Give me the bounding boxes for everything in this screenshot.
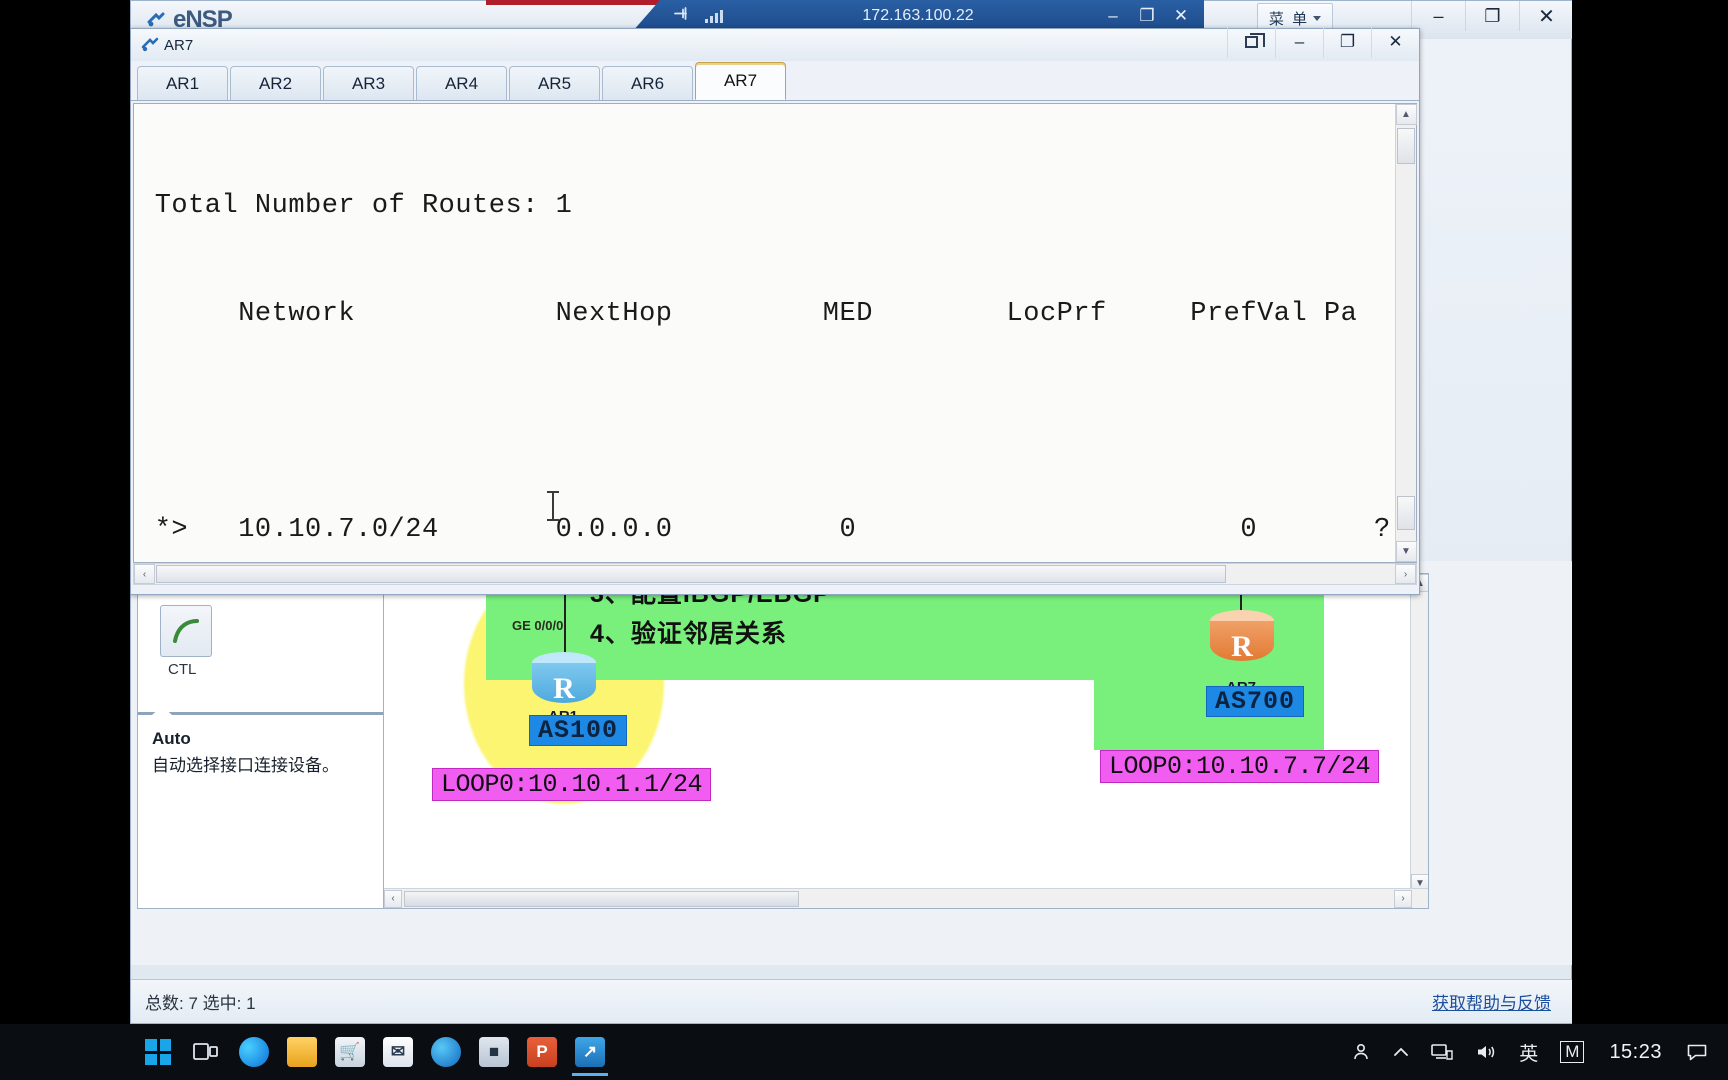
terminal-horizontal-scrollbar[interactable]: ‹ › [133, 563, 1417, 585]
browser-icon[interactable] [422, 1028, 470, 1076]
loopback-badge-ar1: LOOP0:10.10.1.1/24 [432, 768, 712, 801]
system-tray: 英 M 15:23 [1340, 1028, 1718, 1076]
tab-ar4[interactable]: AR4 [416, 66, 507, 100]
ar7-console-window: AR7 – ❐ ✕ AR1 AR2 AR3 AR4 AR5 AR6 AR7 To… [130, 26, 1420, 595]
ar1-port-label: GE 0/0/0 [512, 618, 564, 633]
canvas-hscroll-thumb[interactable] [404, 890, 799, 907]
remote-minimize-button[interactable]: – [1096, 1, 1130, 31]
network-icon[interactable] [1420, 1028, 1464, 1076]
terminal-scroll-down-button[interactable]: ▼ [1395, 541, 1417, 562]
ensp-body: LT ATM CTL Auto 自动选择接口连接设备。 [131, 561, 1572, 965]
canvas-scroll-right-button[interactable]: › [1394, 889, 1412, 908]
tooltip-arrow [152, 706, 172, 715]
ar7-close-button[interactable]: ✕ [1371, 26, 1419, 58]
terminal-scroll-up-button[interactable]: ▲ [1395, 104, 1417, 125]
canvas-scroll-left-button[interactable]: ‹ [384, 889, 402, 908]
ensp-status-bar: 总数: 7 选中: 1 获取帮助与反馈 [131, 979, 1572, 1023]
powerpoint-icon[interactable]: P [518, 1028, 566, 1076]
ar7-window-title: AR7 [164, 36, 194, 54]
canvas-horizontal-scrollbar[interactable]: ‹ › [384, 888, 1428, 908]
mouse-ibeam-cursor [547, 491, 559, 521]
tab-ar1[interactable]: AR1 [137, 66, 228, 100]
tab-ar2[interactable]: AR2 [230, 66, 321, 100]
remote-close-button[interactable]: ✕ [1164, 1, 1198, 31]
status-selection-count: 总数: 7 选中: 1 [145, 994, 256, 1013]
terminal-vertical-scrollbar[interactable]: ▲ ▼ [1395, 104, 1417, 562]
windows-taskbar: 🛒 ✉ ■ P ↗ 英 M 15:23 [0, 1024, 1728, 1080]
tab-ar3[interactable]: AR3 [323, 66, 414, 100]
ensp-restore-button[interactable]: ❐ [1465, 1, 1519, 31]
ime-mode-icon[interactable]: M [1549, 1028, 1595, 1076]
ensp-taskbar-icon[interactable]: ↗ [566, 1028, 614, 1076]
taskbar-items: 🛒 ✉ ■ P ↗ [134, 1028, 614, 1076]
device-grid: LT ATM CTL [138, 574, 384, 714]
chevron-up-icon[interactable] [1382, 1028, 1420, 1076]
terminal-hscroll-thumb[interactable] [156, 565, 1226, 583]
router-console-icon [141, 36, 159, 54]
windows-start-icon[interactable] [134, 1028, 182, 1076]
tab-ar7[interactable]: AR7 [695, 62, 786, 100]
help-feedback-link[interactable]: 获取帮助与反馈 [1432, 989, 1551, 1014]
ensp-minimize-button[interactable]: – [1411, 1, 1465, 31]
edge-icon[interactable] [230, 1028, 278, 1076]
as-badge-ar1: AS100 [529, 715, 628, 746]
volume-icon[interactable] [1464, 1028, 1508, 1076]
terminal-scroll-left-button[interactable]: ‹ [134, 564, 155, 584]
terminal-vscroll-thumb[interactable] [1397, 128, 1415, 164]
terminal-line: Network NextHop MED LocPrf PrefVal Pa [138, 299, 1358, 329]
canvas-vertical-scrollbar[interactable]: ▲ ▼ [1410, 574, 1428, 892]
remote-desktop-window: eNSP 菜 单 – ❐ ✕ CTL Auto 自动选择接口连接设备。 4、验证… [130, 0, 1572, 1024]
ar7-restore-small-button[interactable] [1227, 26, 1275, 58]
task-view-icon[interactable] [182, 1028, 230, 1076]
chevron-down-icon [1313, 15, 1322, 21]
topology-note-2: 4、验证邻居关系 [590, 620, 787, 648]
router-ar7-glyph: R [1231, 630, 1253, 663]
tab-ar5[interactable]: AR5 [509, 66, 600, 100]
restore-icon [1245, 33, 1265, 48]
taskbar-clock[interactable]: 15:23 [1595, 1041, 1676, 1064]
terminal-wrapper: Total Number of Routes: 1 Network NextHo… [133, 103, 1417, 563]
start-logo [145, 1039, 171, 1065]
loopback-badge-ar7: LOOP0:10.10.7.7/24 [1100, 750, 1380, 783]
terminal-line: Total Number of Routes: 1 [138, 191, 573, 221]
router-ar1[interactable]: R [532, 652, 596, 710]
terminal-vscroll-thumb-lower[interactable] [1397, 496, 1415, 530]
terminal-output[interactable]: Total Number of Routes: 1 Network NextHo… [134, 104, 1395, 562]
device-palette-panel: LT ATM CTL Auto 自动选择接口连接设备。 [137, 573, 385, 909]
router-ar7[interactable]: R [1210, 610, 1274, 668]
as-badge-ar7: AS700 [1206, 686, 1305, 717]
file-explorer-icon[interactable] [278, 1028, 326, 1076]
ar7-maximize-button[interactable]: ❐ [1323, 26, 1371, 58]
curve-link-icon[interactable] [160, 605, 212, 657]
console-tabstrip: AR1 AR2 AR3 AR4 AR5 AR6 AR7 [131, 61, 1419, 101]
action-center-icon[interactable] [1676, 1028, 1718, 1076]
remote-bar-controls: – ❐ ✕ [1096, 1, 1198, 31]
tooltip-title: Auto [152, 729, 191, 748]
ensp-close-button[interactable]: ✕ [1519, 1, 1572, 31]
terminal-line: *> 10.10.7.0/24 0.0.0.0 0 0 ? [138, 515, 1391, 545]
router-ar1-glyph: R [553, 672, 575, 705]
ime-icon[interactable]: 英 [1508, 1028, 1549, 1076]
mail-icon[interactable]: ✉ [374, 1028, 422, 1076]
ctl-label: CTL [168, 661, 197, 678]
window-icon[interactable]: ■ [470, 1028, 518, 1076]
ar7-minimize-button[interactable]: – [1275, 26, 1323, 58]
terminal-scroll-right-button[interactable]: › [1395, 564, 1416, 584]
ar7-window-controls: – ❐ ✕ [1227, 26, 1419, 58]
tooltip-panel: Auto 自动选择接口连接设备。 [138, 706, 384, 906]
topology-canvas[interactable]: 2、AS内部配置IGP：OSPF/IS-IS 3、配置IBGP/EBGP 4、验… [383, 573, 1429, 909]
people-icon[interactable] [1340, 1028, 1382, 1076]
ensp-window-controls: – ❐ ✕ [1411, 1, 1572, 31]
screen-root: eNSP 菜 单 – ❐ ✕ CTL Auto 自动选择接口连接设备。 4、验证… [0, 0, 1728, 1080]
remote-restore-button[interactable]: ❐ [1130, 1, 1164, 31]
store-icon[interactable]: 🛒 [326, 1028, 374, 1076]
tab-ar6[interactable]: AR6 [602, 66, 693, 100]
tooltip-description: 自动选择接口连接设备。 [152, 756, 339, 775]
ar7-titlebar: AR7 – ❐ ✕ [131, 26, 1419, 61]
